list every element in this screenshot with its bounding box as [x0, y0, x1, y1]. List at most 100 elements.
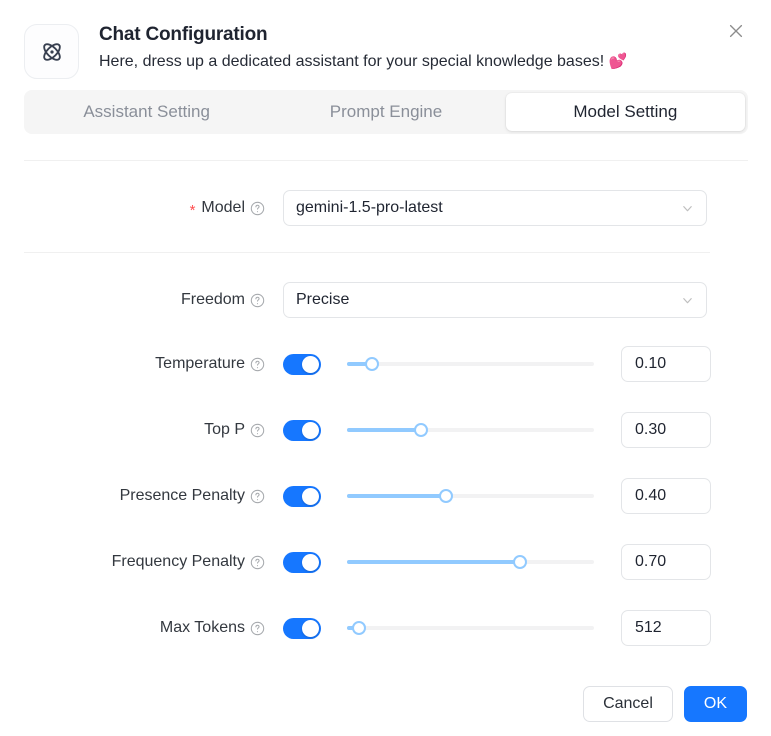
slider-fill: [347, 560, 520, 564]
chevron-down-icon: [681, 202, 694, 215]
ok-button[interactable]: OK: [684, 686, 747, 722]
slider-fill: [347, 494, 446, 498]
presence-penalty-label-cell: Presence Penalty: [0, 487, 265, 505]
dialog-header: Chat Configuration Here, dress up a dedi…: [0, 0, 771, 79]
tab-prompt-engine-label: Prompt Engine: [330, 102, 442, 122]
max-tokens-value: 512: [635, 619, 662, 637]
form-row-top-p: Top P 0.30: [0, 412, 771, 448]
dialog-subtitle-text: Here, dress up a dedicated assistant for…: [99, 53, 604, 70]
presence-penalty-label: Presence Penalty: [120, 487, 245, 505]
header-text-block: Chat Configuration Here, dress up a dedi…: [99, 20, 627, 74]
slider-fill: [347, 428, 421, 432]
presence-penalty-value-input[interactable]: 0.40: [621, 478, 711, 514]
max-tokens-control-cell: 512: [283, 610, 711, 646]
temperature-label: Temperature: [155, 355, 245, 373]
frequency-penalty-control-cell: 0.70: [283, 544, 711, 580]
dialog-footer: Cancel OK: [583, 686, 747, 722]
presence-penalty-value: 0.40: [635, 487, 666, 505]
toggle-knob: [302, 356, 319, 373]
toggle-knob: [302, 488, 319, 505]
form-row-frequency-penalty: Frequency Penalty 0.70: [0, 544, 771, 580]
tab-model-setting-label: Model Setting: [573, 102, 677, 122]
slider-track: [347, 362, 594, 366]
freedom-label: Freedom: [181, 291, 245, 309]
cancel-button-label: Cancel: [603, 695, 653, 713]
dialog-title: Chat Configuration: [99, 22, 627, 48]
form-row-presence-penalty: Presence Penalty 0.40: [0, 478, 771, 514]
hearts-emoji: 💕: [609, 53, 628, 70]
slider-handle[interactable]: [513, 555, 527, 569]
frequency-penalty-value: 0.70: [635, 553, 666, 571]
top-p-value: 0.30: [635, 421, 666, 439]
presence-penalty-slider[interactable]: [347, 486, 594, 506]
temperature-value-input[interactable]: 0.10: [621, 346, 711, 382]
max-tokens-toggle[interactable]: [283, 618, 321, 639]
temperature-label-cell: Temperature: [0, 355, 265, 373]
chevron-down-icon: [681, 294, 694, 307]
temperature-slider[interactable]: [347, 354, 594, 374]
max-tokens-value-input[interactable]: 512: [621, 610, 711, 646]
question-circle-icon[interactable]: [250, 489, 265, 504]
presence-penalty-toggle[interactable]: [283, 486, 321, 507]
top-p-label: Top P: [204, 421, 245, 439]
toggle-knob: [302, 554, 319, 571]
max-tokens-label-cell: Max Tokens: [0, 619, 265, 637]
model-label: Model: [201, 199, 245, 217]
frequency-penalty-label-cell: Frequency Penalty: [0, 553, 265, 571]
question-circle-icon[interactable]: [250, 423, 265, 438]
question-circle-icon[interactable]: [250, 357, 265, 372]
close-icon[interactable]: [721, 16, 751, 46]
freedom-select[interactable]: Precise: [283, 282, 707, 318]
max-tokens-slider[interactable]: [347, 618, 594, 638]
required-marker: *: [190, 203, 196, 218]
question-circle-icon[interactable]: [250, 555, 265, 570]
top-p-toggle[interactable]: [283, 420, 321, 441]
frequency-penalty-slider[interactable]: [347, 552, 594, 572]
max-tokens-label: Max Tokens: [160, 619, 245, 637]
top-p-label-cell: Top P: [0, 421, 265, 439]
question-circle-icon[interactable]: [250, 293, 265, 308]
toggle-knob: [302, 422, 319, 439]
model-select[interactable]: gemini-1.5-pro-latest: [283, 190, 707, 226]
slider-handle[interactable]: [439, 489, 453, 503]
model-select-value: gemini-1.5-pro-latest: [296, 199, 681, 217]
tab-prompt-engine[interactable]: Prompt Engine: [266, 93, 505, 131]
temperature-control-cell: 0.10: [283, 346, 711, 382]
top-p-slider[interactable]: [347, 420, 594, 440]
frequency-penalty-label: Frequency Penalty: [112, 553, 245, 571]
model-control-cell: gemini-1.5-pro-latest: [283, 190, 707, 226]
toggle-knob: [302, 620, 319, 637]
model-label-cell: * Model: [0, 199, 265, 217]
cancel-button[interactable]: Cancel: [583, 686, 673, 722]
dialog-subtitle: Here, dress up a dedicated assistant for…: [99, 50, 627, 74]
form-row-model: * Model gemini-1.5-pro-latest: [0, 190, 771, 226]
frequency-penalty-toggle[interactable]: [283, 552, 321, 573]
temperature-value: 0.10: [635, 355, 666, 373]
slider-track: [347, 626, 594, 630]
form-row-freedom: Freedom Precise: [0, 282, 771, 318]
form-row-temperature: Temperature 0.10: [0, 346, 771, 382]
frequency-penalty-value-input[interactable]: 0.70: [621, 544, 711, 580]
atom-icon: [24, 24, 79, 79]
freedom-label-cell: Freedom: [0, 291, 265, 309]
question-circle-icon[interactable]: [250, 201, 265, 216]
freedom-select-value: Precise: [296, 291, 681, 309]
tab-assistant-setting-label: Assistant Setting: [83, 102, 210, 122]
chat-configuration-dialog: Chat Configuration Here, dress up a dedi…: [0, 0, 771, 736]
tab-model-setting[interactable]: Model Setting: [506, 93, 745, 131]
ok-button-label: OK: [704, 695, 727, 713]
form-row-max-tokens: Max Tokens 512: [0, 610, 771, 646]
divider-mid: [24, 252, 710, 253]
divider-top: [24, 160, 748, 161]
presence-penalty-control-cell: 0.40: [283, 478, 711, 514]
top-p-control-cell: 0.30: [283, 412, 711, 448]
freedom-control-cell: Precise: [283, 282, 707, 318]
slider-handle[interactable]: [352, 621, 366, 635]
settings-tab-bar: Assistant Setting Prompt Engine Model Se…: [24, 90, 748, 134]
slider-handle[interactable]: [365, 357, 379, 371]
top-p-value-input[interactable]: 0.30: [621, 412, 711, 448]
temperature-toggle[interactable]: [283, 354, 321, 375]
question-circle-icon[interactable]: [250, 621, 265, 636]
tab-assistant-setting[interactable]: Assistant Setting: [27, 93, 266, 131]
slider-handle[interactable]: [414, 423, 428, 437]
